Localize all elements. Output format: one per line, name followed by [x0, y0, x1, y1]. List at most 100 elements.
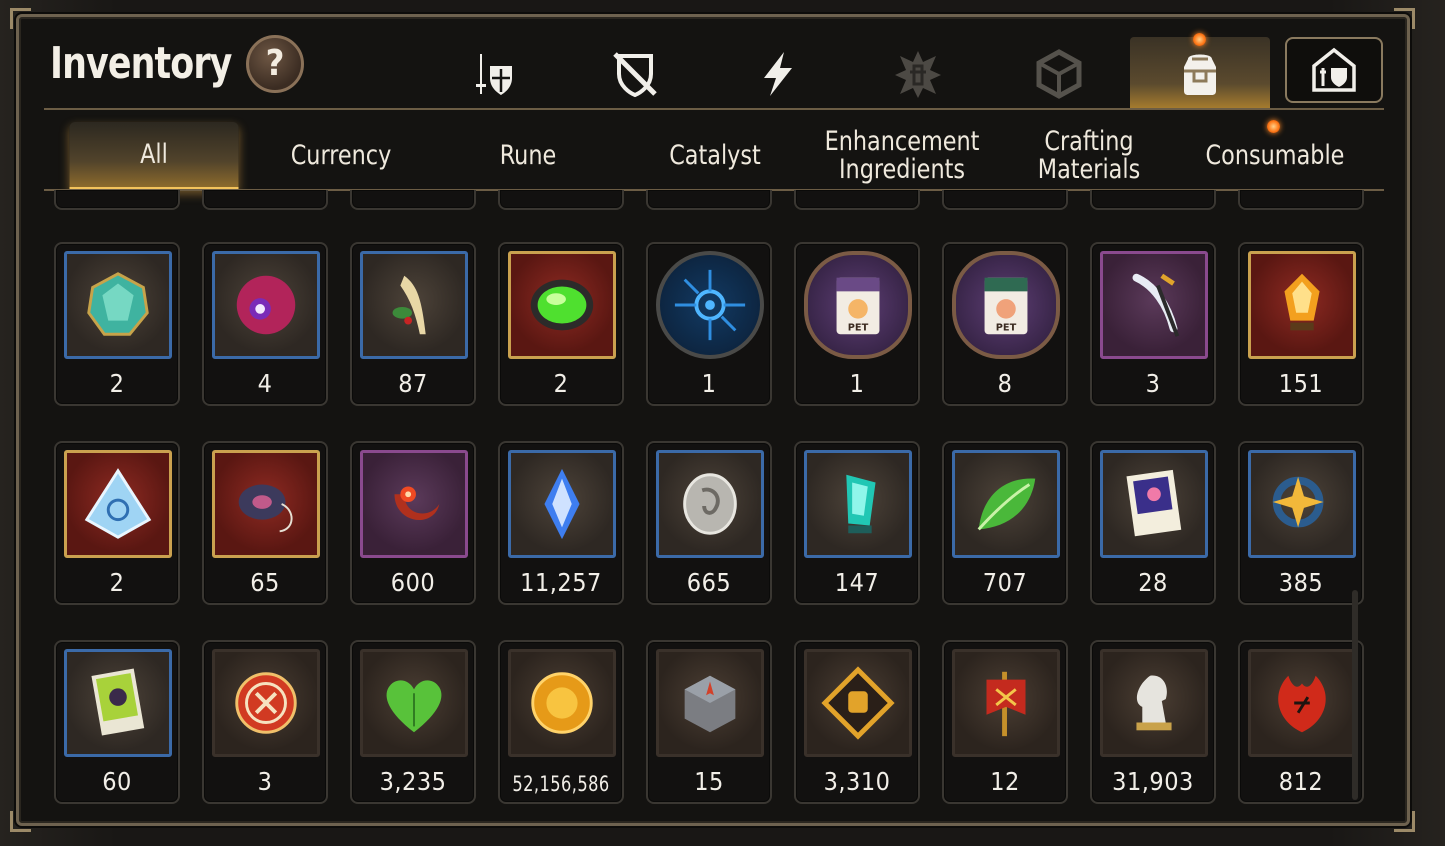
crossed-shield-icon	[613, 52, 657, 98]
sword-shield-icon	[476, 54, 512, 95]
item-count: 2	[109, 568, 125, 597]
tab-crafting-materials[interactable]: Crafting Materials	[1003, 122, 1174, 190]
item-art	[64, 450, 172, 558]
inventory-slot[interactable]: 3,235	[350, 640, 476, 804]
fist-emblem-icon	[821, 666, 895, 740]
teal-gem-icon	[87, 272, 149, 336]
inventory-slot[interactable]: 87	[350, 242, 476, 406]
inventory-slot[interactable]: 52,156,586	[498, 640, 624, 804]
item-art	[1248, 450, 1356, 558]
item-art	[804, 450, 912, 558]
inventory-slot[interactable]: 4	[202, 242, 328, 406]
item-art	[64, 251, 172, 359]
inventory-slot-partial[interactable]	[1238, 190, 1364, 210]
green-heart-icon	[386, 680, 442, 733]
inventory-slot[interactable]: 707	[942, 441, 1068, 605]
knight-chess-icon	[1136, 675, 1172, 731]
item-art	[804, 649, 912, 757]
item-count: 87	[398, 369, 428, 398]
inventory-slot[interactable]: 11,257	[498, 441, 624, 605]
inventory-slot[interactable]: 151	[1238, 242, 1364, 406]
tab-guild-storage[interactable]	[1285, 37, 1383, 103]
inventory-slot[interactable]: 600	[350, 441, 476, 605]
tab-equipment[interactable]	[458, 40, 530, 108]
inventory-slot[interactable]: 385	[1238, 441, 1364, 605]
inventory-slot[interactable]: 2	[54, 441, 180, 605]
item-count: 1	[701, 369, 717, 398]
item-art	[656, 450, 764, 558]
item-art	[212, 251, 320, 359]
item-art	[952, 649, 1060, 757]
svg-text:PET: PET	[996, 322, 1017, 333]
tab-bag[interactable]	[1130, 37, 1270, 109]
item-count: 147	[834, 568, 880, 597]
cyan-crystal-icon	[846, 474, 876, 534]
item-art: PET	[804, 251, 912, 359]
item-art	[212, 649, 320, 757]
inventory-slot[interactable]: PET 8	[942, 242, 1068, 406]
tab-all[interactable]: All	[69, 122, 239, 190]
item-art	[360, 649, 468, 757]
inventory-slot-partial[interactable]	[794, 190, 920, 210]
inventory-slot[interactable]: 31,903	[1090, 640, 1216, 804]
item-count: 28	[1138, 568, 1168, 597]
inventory-slot-partial[interactable]	[54, 190, 180, 210]
feather-staff-icon	[1132, 273, 1180, 337]
green-card-icon	[91, 668, 145, 736]
cube-icon	[1036, 49, 1082, 99]
inventory-slot[interactable]: 3	[1090, 242, 1216, 406]
inventory-slot[interactable]: 65	[202, 441, 328, 605]
item-count: 3,310	[823, 767, 891, 796]
inventory-slot[interactable]: 60	[54, 640, 180, 804]
silver-coin-icon	[683, 473, 737, 535]
tab-cube[interactable]	[1023, 40, 1095, 108]
tab-rune[interactable]: Rune	[443, 122, 612, 190]
red-leaf-icon	[1278, 675, 1326, 733]
item-count: 11,257	[520, 568, 602, 597]
frame-corner	[1394, 811, 1415, 832]
inventory-slot[interactable]: 28	[1090, 441, 1216, 605]
inventory-slot[interactable]: 1	[646, 242, 772, 406]
help-button[interactable]: ?	[246, 35, 304, 93]
blue-crystal-shard-icon	[544, 468, 580, 540]
tab-skills[interactable]	[742, 40, 814, 108]
tab-armor[interactable]	[599, 40, 671, 108]
scrollbar[interactable]	[1352, 590, 1358, 800]
tab-currency[interactable]: Currency	[257, 122, 424, 190]
notification-dot	[1193, 33, 1206, 46]
inventory-slot-partial[interactable]	[942, 190, 1068, 210]
inventory-slot[interactable]: PET 1	[794, 242, 920, 406]
inventory-slot[interactable]: 12	[942, 640, 1068, 804]
inventory-slot-partial[interactable]	[646, 190, 772, 210]
inventory-slot[interactable]: 812	[1238, 640, 1364, 804]
flower-moon-amulet-icon	[394, 486, 440, 521]
ginseng-root-icon	[392, 275, 426, 335]
item-art	[1248, 649, 1356, 757]
item-count: 65	[250, 568, 280, 597]
tab-crest[interactable]	[882, 40, 954, 108]
inventory-slot[interactable]: 2	[54, 242, 180, 406]
divider	[44, 108, 1384, 110]
inventory-slot-partial[interactable]	[1090, 190, 1216, 210]
tab-enhancement-ingredients[interactable]: Enhancement Ingredients	[817, 122, 986, 190]
item-art	[656, 251, 764, 359]
frame-corner	[10, 8, 31, 29]
item-art	[1100, 450, 1208, 558]
inventory-slot-partial[interactable]	[350, 190, 476, 210]
inventory-slot[interactable]: 3	[202, 640, 328, 804]
amber-crystal-icon	[1284, 273, 1320, 331]
inventory-slot[interactable]: 15	[646, 640, 772, 804]
inventory-slot-partial[interactable]	[498, 190, 624, 210]
green-leaf-icon	[977, 478, 1036, 531]
gold-sun-coin-icon	[531, 672, 593, 734]
frame-corner	[10, 811, 31, 832]
inventory-slot[interactable]: 147	[794, 441, 920, 605]
item-art	[508, 251, 616, 359]
inventory-slot-partial[interactable]	[202, 190, 328, 210]
inventory-slot[interactable]: 3,310	[794, 640, 920, 804]
item-art	[1100, 649, 1208, 757]
item-art	[952, 450, 1060, 558]
inventory-slot[interactable]: 2	[498, 242, 624, 406]
inventory-slot[interactable]: 665	[646, 441, 772, 605]
tab-catalyst[interactable]: Catalyst	[631, 122, 798, 190]
